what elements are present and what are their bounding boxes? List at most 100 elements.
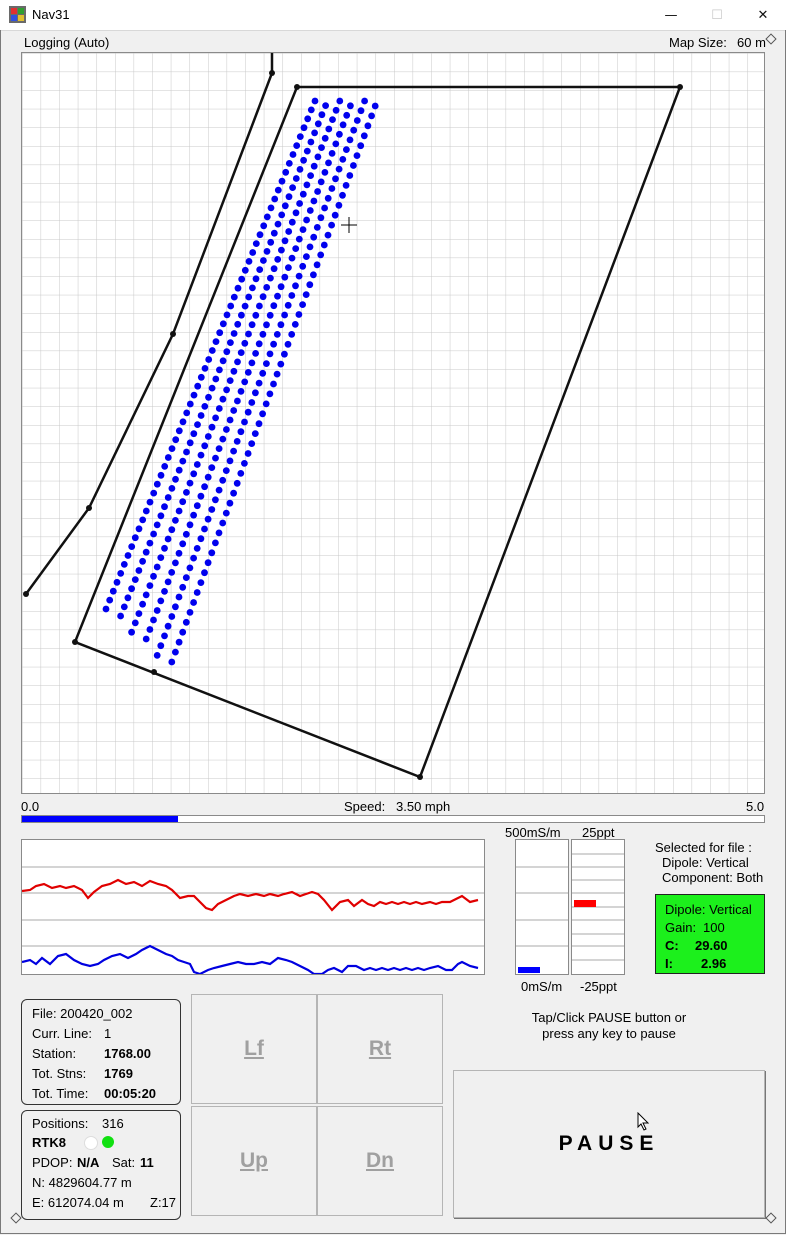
station-point	[248, 359, 256, 367]
station-point	[324, 231, 332, 239]
station-point	[230, 489, 238, 497]
station-point	[190, 430, 198, 438]
boundary-vertex	[72, 639, 78, 645]
close-icon: ✕	[757, 7, 769, 23]
pause-button-label: PAUSE	[558, 1132, 660, 1155]
station-point	[284, 340, 292, 348]
station-point	[168, 658, 176, 666]
station-point	[303, 181, 311, 189]
station-point	[157, 597, 165, 605]
station-point	[230, 447, 238, 455]
station-point	[193, 589, 201, 596]
right-button[interactable]: Rt	[317, 994, 443, 1104]
station-point	[212, 496, 219, 504]
station-point	[251, 430, 259, 437]
station-point	[157, 642, 165, 650]
file-info-panel: File: 200420_002 Curr. Line: 1 Station: …	[21, 999, 181, 1105]
inphase-meter-canvas	[572, 853, 624, 961]
left-button-label: Lf	[244, 1037, 264, 1060]
station-point	[317, 214, 325, 222]
station-point	[285, 264, 292, 271]
station-point	[277, 360, 285, 368]
station-point	[175, 507, 183, 515]
station-point	[139, 600, 146, 608]
station-point	[270, 229, 278, 237]
station-point	[285, 193, 293, 201]
pause-button[interactable]: PAUSE	[453, 1070, 765, 1218]
station-label: Station:	[32, 1046, 77, 1061]
station-point	[304, 115, 312, 123]
map-size-label: Map Size:	[669, 35, 727, 50]
survey-map[interactable]	[21, 52, 765, 794]
station-point	[357, 107, 365, 115]
station-point	[179, 418, 187, 426]
instrument-readout: Dipole: Vertical Gain: 100 C: 29.60 I: 2.96	[655, 894, 765, 974]
station-point	[223, 311, 231, 319]
station-point	[273, 370, 281, 378]
station-point	[183, 409, 191, 417]
station-point	[186, 479, 194, 487]
station-point	[238, 275, 246, 283]
station-point	[179, 628, 187, 636]
station-point	[215, 529, 223, 537]
station-point	[306, 281, 314, 289]
speed-bar	[21, 815, 765, 823]
pdop-value: N/A	[77, 1155, 100, 1170]
station-point	[168, 569, 176, 576]
station-point	[260, 257, 267, 264]
station-point	[204, 515, 212, 523]
station-point	[262, 400, 270, 408]
station-point	[168, 445, 176, 452]
station-point	[233, 438, 241, 445]
easting: E: 612074.04 m	[32, 1195, 124, 1210]
station-point	[310, 233, 318, 241]
station-point	[219, 519, 227, 527]
mouse-cursor-icon	[637, 1112, 650, 1131]
station-point	[172, 648, 179, 656]
station-point	[124, 552, 132, 559]
readout-dipole: Dipole: Vertical	[665, 902, 752, 917]
station-point	[335, 201, 343, 209]
station-point	[234, 358, 241, 366]
station-point	[311, 129, 318, 137]
station-point	[157, 512, 165, 520]
station-point	[252, 240, 260, 248]
station-point	[197, 412, 205, 419]
station-point	[197, 373, 205, 381]
station-point	[182, 618, 190, 626]
station-point	[230, 330, 238, 337]
station-point	[230, 293, 238, 301]
station-point	[190, 554, 198, 562]
station-point	[223, 348, 231, 356]
station-point	[256, 266, 264, 273]
station-point	[153, 480, 161, 488]
readout-c-label: C:	[665, 938, 679, 953]
down-button[interactable]: Dn	[317, 1106, 443, 1216]
left-button[interactable]: Lf	[191, 994, 317, 1104]
station-point	[245, 330, 252, 338]
station-point	[157, 471, 165, 479]
station-point	[249, 284, 256, 292]
track-vertex	[86, 505, 92, 511]
station-point	[303, 216, 310, 224]
up-button[interactable]: Up	[191, 1106, 317, 1216]
trend-graph-gridlines	[22, 866, 484, 947]
station-point	[168, 613, 176, 620]
station-point	[296, 200, 303, 207]
close-button[interactable]: ✕	[740, 0, 786, 30]
readout-gain-value: 100	[703, 920, 725, 935]
tot-time-label: Tot. Time:	[32, 1086, 89, 1101]
station-point	[339, 191, 346, 199]
station-point	[292, 282, 299, 290]
map-size-value: 60 m	[737, 35, 766, 50]
station-point	[227, 302, 235, 310]
station-point	[150, 616, 157, 624]
station-point	[318, 111, 326, 119]
station-point	[281, 311, 288, 319]
station-point	[322, 102, 329, 109]
minimize-icon: —	[664, 7, 678, 23]
map-canvas[interactable]	[22, 53, 764, 793]
minimize-button[interactable]: —	[648, 0, 694, 30]
station-point	[296, 133, 304, 140]
maximize-icon: ☐	[711, 7, 723, 23]
